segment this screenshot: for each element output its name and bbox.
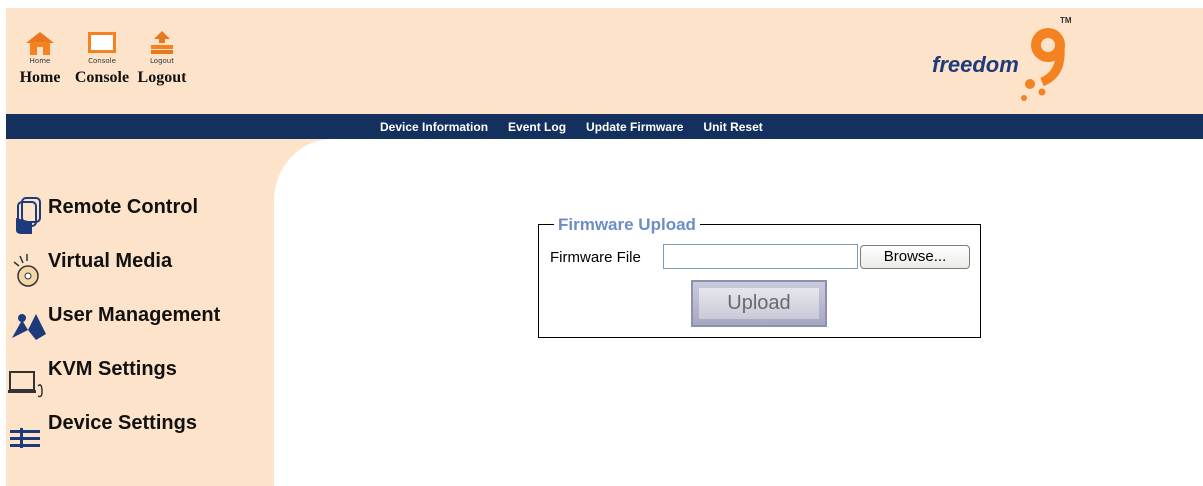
home-caption: Home: [29, 57, 51, 65]
sidebar-label-remote-control: Remote Control: [48, 196, 198, 218]
home-icon: [23, 30, 57, 56]
logout-button[interactable]: Logout Logout: [134, 30, 190, 87]
firmware-upload-legend: Firmware Upload: [554, 215, 700, 235]
sidebar-label-user-management: User Management: [48, 304, 221, 326]
logout-label: Logout: [137, 69, 187, 86]
upload-button-label: Upload: [699, 288, 819, 319]
nav-update-firmware[interactable]: Update Firmware: [586, 120, 683, 134]
logout-caption: Logout: [150, 57, 174, 65]
browse-button[interactable]: Browse...: [860, 245, 970, 269]
console-icon: [85, 30, 119, 56]
home-button[interactable]: Home Home: [20, 30, 60, 87]
firmware-file-input[interactable]: [663, 244, 858, 269]
sidebar-item-kvm-settings[interactable]: KVM Settings: [8, 358, 177, 398]
sidebar-item-virtual-media[interactable]: Virtual Media: [8, 250, 172, 290]
upload-button[interactable]: Upload: [691, 280, 827, 327]
nav-device-information[interactable]: Device Information: [380, 120, 488, 134]
home-label: Home: [19, 69, 61, 86]
freedom9-logo: freedom TM: [930, 12, 1072, 102]
sidebar-item-device-settings[interactable]: Device Settings: [8, 412, 197, 452]
remote-control-icon: [8, 196, 48, 236]
user-management-icon: [8, 304, 48, 344]
sidebar-label-device-settings: Device Settings: [48, 412, 197, 434]
sidebar-label-kvm-settings: KVM Settings: [48, 358, 177, 380]
logout-icon: [145, 30, 179, 56]
nav-unit-reset[interactable]: Unit Reset: [703, 120, 762, 134]
sidebar-item-user-management[interactable]: User Management: [8, 304, 220, 344]
firmware-file-label: Firmware File: [550, 249, 641, 266]
content-corner-curve: [274, 139, 390, 263]
device-settings-icon: [8, 412, 48, 452]
sidebar-item-remote-control[interactable]: Remote Control: [8, 196, 198, 236]
top-nav-bar: Device Information Event Log Update Firm…: [6, 114, 1203, 139]
nav-event-log[interactable]: Event Log: [508, 120, 566, 134]
console-button[interactable]: Console Console: [64, 30, 140, 87]
logo-trademark: TM: [1060, 16, 1072, 25]
kvm-settings-icon: [8, 358, 48, 398]
console-label: Console: [74, 69, 130, 86]
top-toolbar: Home Home Console Console Logout Logout: [20, 30, 190, 87]
sidebar-label-virtual-media: Virtual Media: [48, 250, 173, 272]
console-caption: Console: [88, 57, 116, 65]
logo-text: freedom: [932, 52, 1019, 77]
virtual-media-icon: [8, 250, 48, 290]
